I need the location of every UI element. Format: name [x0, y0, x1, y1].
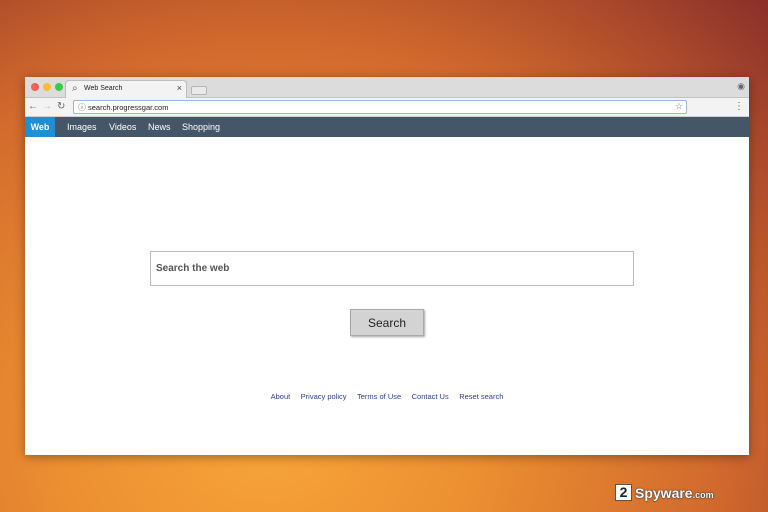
tab-close-icon[interactable]: ×: [177, 83, 182, 93]
nav-item-shopping[interactable]: Shopping: [182, 117, 220, 137]
nav-item-images[interactable]: Images: [67, 117, 97, 137]
watermark-domain: .com: [692, 490, 714, 500]
watermark-badge: 2: [615, 484, 632, 501]
nav-item-web[interactable]: Web: [25, 117, 55, 137]
footer-links: About Privacy policy Terms of Use Contac…: [25, 386, 749, 404]
search-icon: ⌕: [72, 83, 78, 94]
kebab-menu-icon[interactable]: ⋮: [734, 101, 744, 112]
browser-window: ⌕ Web Search × ◉ ← → ↻ ⓘ search.progress…: [25, 77, 749, 455]
address-bar[interactable]: ⓘ search.progressgar.com ☆: [73, 100, 687, 114]
search-input[interactable]: [150, 251, 634, 286]
search-button[interactable]: Search: [350, 309, 424, 336]
footer-link-contact-us[interactable]: Contact Us: [412, 392, 449, 401]
browser-toolbar: ← → ↻ ⓘ search.progressgar.com ☆ ⋮: [25, 98, 749, 117]
footer-link-about[interactable]: About: [271, 392, 291, 401]
footer-link-reset-search[interactable]: Reset search: [459, 392, 503, 401]
window-close-button[interactable]: [31, 83, 39, 91]
browser-tab[interactable]: ⌕ Web Search ×: [65, 80, 187, 98]
new-tab-button[interactable]: [191, 86, 207, 95]
tab-title: Web Search: [84, 85, 123, 92]
reload-icon[interactable]: ↻: [57, 101, 65, 112]
window-maximize-button[interactable]: [55, 83, 63, 91]
nav-item-videos[interactable]: Videos: [109, 117, 136, 137]
window-minimize-button[interactable]: [43, 83, 51, 91]
footer-link-privacy-policy[interactable]: Privacy policy: [301, 392, 347, 401]
url-text[interactable]: search.progressgar.com: [88, 103, 168, 112]
watermark-text: Spyware.com: [635, 485, 714, 501]
footer-link-terms-of-use[interactable]: Terms of Use: [357, 392, 401, 401]
profile-icon[interactable]: ◉: [737, 81, 745, 92]
arrow-right-icon[interactable]: →: [42, 101, 52, 112]
search-nav-bar: Web Images Videos News Shopping: [25, 117, 749, 137]
arrow-left-icon[interactable]: ←: [28, 101, 38, 112]
watermark-brand: Spyware: [635, 485, 693, 501]
star-icon[interactable]: ☆: [675, 101, 683, 112]
info-icon[interactable]: ⓘ: [78, 102, 86, 113]
tab-bar: ⌕ Web Search × ◉: [25, 77, 749, 98]
nav-item-news[interactable]: News: [148, 117, 171, 137]
